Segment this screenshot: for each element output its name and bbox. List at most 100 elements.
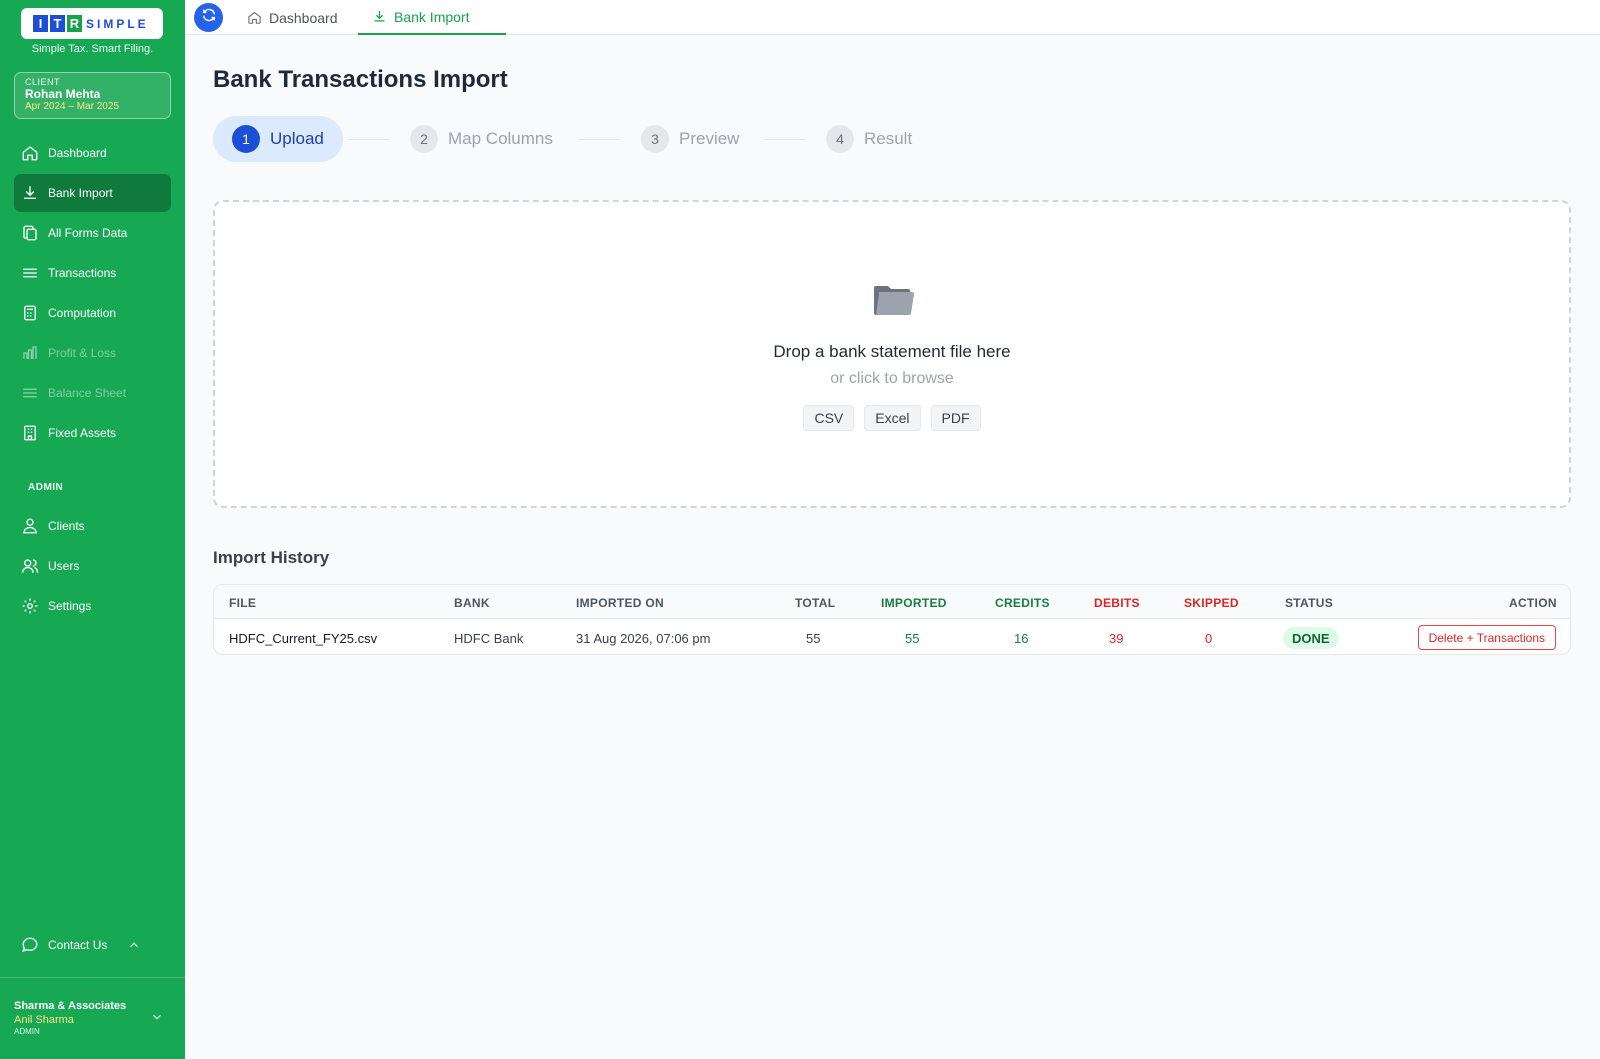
chat-icon	[21, 936, 39, 954]
chevron-up-icon	[127, 926, 141, 964]
step-connector	[348, 139, 390, 140]
cell-skipped: 0	[1205, 631, 1213, 646]
step-preview[interactable]: 3 Preview	[641, 116, 739, 162]
top-bar: Dashboard Bank Import	[185, 0, 1600, 35]
sidebar-item-fixed-assets[interactable]: Fixed Assets	[14, 414, 171, 452]
step-connector	[764, 139, 806, 140]
sidebar-item-dashboard[interactable]: Dashboard	[14, 134, 171, 172]
step-connector	[578, 139, 620, 140]
cell-bank: HDFC Bank	[454, 631, 524, 646]
tab-label: Dashboard	[269, 9, 338, 26]
sidebar-item-settings[interactable]: Settings	[14, 587, 171, 625]
tab-bank-import[interactable]: Bank Import	[358, 0, 507, 35]
status-badge: DONE	[1283, 627, 1339, 649]
step-label: Map Columns	[448, 129, 553, 148]
copy-icon	[21, 224, 39, 242]
page-title: Bank Transactions Import	[213, 66, 508, 93]
column-header-skipped: SKIPPED	[1184, 596, 1239, 610]
sidebar-item-balance-sheet[interactable]: Balance Sheet	[14, 374, 171, 412]
column-header-action: ACTION	[1509, 596, 1557, 610]
brand-logo[interactable]: I T R SIMPLE	[21, 8, 163, 39]
home-icon	[21, 144, 39, 162]
cell-credits: 16	[1014, 631, 1029, 646]
footer-user-role: ADMIN	[14, 1027, 40, 1036]
footer-user-name: Anil Sharma	[14, 1014, 74, 1026]
download-icon	[372, 9, 387, 24]
sidebar-item-label: Transactions	[48, 266, 117, 280]
step-upload[interactable]: 1 Upload	[213, 116, 343, 162]
sidebar-item-label: Computation	[48, 306, 117, 320]
sidebar-item-label: Settings	[48, 599, 92, 613]
step-number: 3	[641, 125, 669, 153]
sidebar: I T R SIMPLE Simple Tax. Smart Filing. C…	[0, 0, 185, 1059]
column-header-imported-on: IMPORTED ON	[576, 596, 664, 610]
sidebar-item-transactions[interactable]: Transactions	[14, 254, 171, 292]
cell-total: 55	[806, 631, 821, 646]
sidebar-item-all-forms-data[interactable]: All Forms Data	[14, 214, 171, 252]
file-dropzone[interactable]: Drop a bank statement file here or click…	[213, 200, 1571, 508]
step-map-columns[interactable]: 2 Map Columns	[410, 116, 553, 162]
step-label: Upload	[270, 129, 324, 148]
tab-label: Bank Import	[394, 8, 470, 25]
sidebar-divider	[0, 977, 185, 978]
contact-us-label: Contact Us	[48, 938, 108, 952]
column-header-credits: CREDITS	[995, 596, 1050, 610]
refresh-button[interactable]	[194, 3, 223, 32]
client-name: Rohan Mehta	[25, 87, 101, 101]
sidebar-item-bank-import[interactable]: Bank Import	[14, 174, 171, 212]
footer-org-name: Sharma & Associates	[14, 1000, 127, 1012]
sidebar-item-profit-loss[interactable]: Profit & Loss	[14, 334, 171, 372]
logo-letter: I	[33, 15, 48, 32]
chevron-down-icon[interactable]	[150, 1010, 164, 1029]
sidebar-item-label: Clients	[48, 519, 85, 533]
calculator-icon	[21, 304, 39, 322]
users-icon	[21, 557, 39, 575]
sidebar-item-label: All Forms Data	[48, 226, 128, 240]
step-number: 2	[410, 125, 438, 153]
client-label: CLIENT	[25, 77, 61, 87]
list-icon	[21, 384, 39, 402]
sidebar-item-label: Profit & Loss	[48, 346, 117, 360]
home-icon	[247, 10, 262, 25]
folder-icon	[873, 278, 915, 323]
cell-file: HDFC_Current_FY25.csv	[229, 631, 378, 646]
sidebar-item-label: Fixed Assets	[48, 426, 117, 440]
column-header-total: TOTAL	[795, 596, 836, 610]
import-history-title: Import History	[213, 548, 330, 567]
refresh-icon	[201, 7, 217, 28]
table-header: FILE BANK IMPORTED ON TOTAL IMPORTED CRE…	[214, 585, 1570, 619]
dropzone-title: Drop a bank statement file here	[773, 342, 1011, 361]
format-chip-excel: Excel	[864, 405, 921, 431]
sidebar-item-clients[interactable]: Clients	[14, 507, 171, 545]
import-history-table: FILE BANK IMPORTED ON TOTAL IMPORTED CRE…	[213, 584, 1571, 655]
step-result[interactable]: 4 Result	[826, 116, 912, 162]
bar-chart-icon	[21, 344, 39, 362]
column-header-file: FILE	[229, 596, 257, 610]
contact-us-button[interactable]: Contact Us	[14, 926, 171, 964]
sidebar-item-computation[interactable]: Computation	[14, 294, 171, 332]
column-header-debits: DEBITS	[1094, 596, 1140, 610]
table-row: HDFC_Current_FY25.csv HDFC Bank 31 Aug 2…	[214, 620, 1570, 654]
list-icon	[21, 264, 39, 282]
column-header-bank: BANK	[454, 596, 490, 610]
logo-letter: R	[67, 15, 82, 32]
cell-imported-on: 31 Aug 2026, 07:06 pm	[576, 631, 711, 646]
logo-letter: T	[50, 15, 65, 32]
admin-section-label: ADMIN	[28, 482, 64, 493]
sidebar-item-label: Users	[48, 559, 80, 573]
sidebar-item-users[interactable]: Users	[14, 547, 171, 585]
building-icon	[21, 424, 39, 442]
sidebar-item-label: Balance Sheet	[48, 386, 127, 400]
logo-word: SIMPLE	[86, 16, 149, 31]
sidebar-item-label: Dashboard	[48, 146, 107, 160]
step-label: Preview	[679, 129, 740, 148]
tab-dashboard[interactable]: Dashboard	[247, 0, 348, 35]
client-card[interactable]: CLIENT Rohan Mehta Apr 2024 – Mar 2025	[14, 72, 171, 119]
format-chips: CSV Excel PDF	[215, 405, 1569, 431]
delete-transactions-button[interactable]: Delete + Transactions	[1417, 625, 1556, 650]
step-number: 1	[232, 125, 260, 153]
cell-imported: 55	[905, 631, 920, 646]
download-icon	[21, 184, 39, 202]
dropzone-subtitle: or click to browse	[830, 370, 954, 387]
gear-icon	[21, 597, 39, 615]
